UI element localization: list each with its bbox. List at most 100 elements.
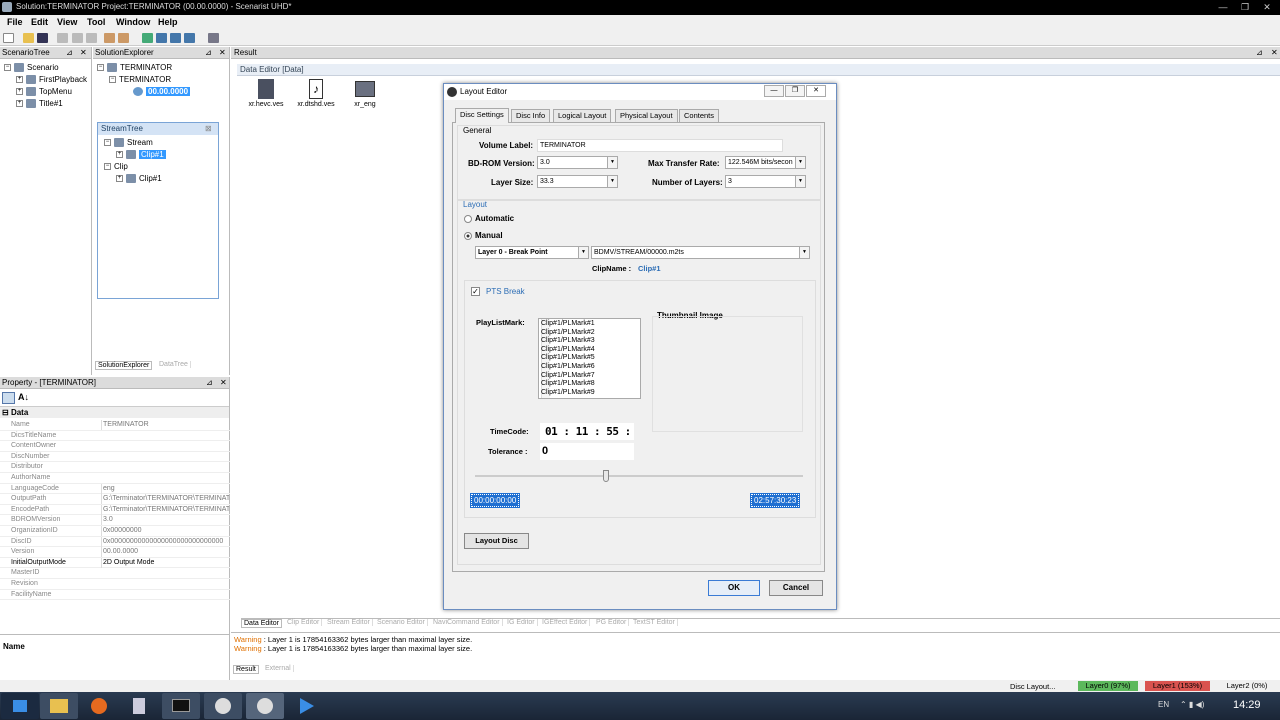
playlistmark-item[interactable]: Clip#1/PLMark#2 bbox=[541, 329, 595, 338]
editor-tab[interactable]: Scenario Editor bbox=[375, 619, 428, 626]
tolerance-field[interactable]: 0 bbox=[540, 443, 634, 460]
close-button[interactable]: ✕ bbox=[1256, 0, 1278, 15]
redo-icon[interactable] bbox=[118, 33, 129, 43]
property-row[interactable]: MasterID bbox=[0, 568, 230, 579]
stream-path-select[interactable]: BDMV/STREAM/00000.m2ts ▼ bbox=[591, 246, 810, 259]
property-value[interactable]: 00.00.0000 bbox=[101, 547, 229, 558]
editor-tab[interactable]: NaviCommand Editor bbox=[431, 619, 503, 626]
editor-tab[interactable]: Clip Editor bbox=[285, 619, 323, 626]
close-icon[interactable]: ⊠ bbox=[205, 123, 212, 135]
tab-disc-settings[interactable]: Disc Settings bbox=[455, 108, 509, 123]
property-value[interactable]: TERMINATOR bbox=[101, 420, 229, 430]
timecode-field[interactable]: 01 : 11 : 55 : 22 bbox=[540, 423, 634, 455]
tab-disc-info[interactable]: Disc Info bbox=[511, 109, 551, 122]
editor-tab[interactable]: Stream Editor bbox=[325, 619, 373, 626]
break-point-select[interactable]: Layer 0 - Break Point ▼ bbox=[475, 246, 589, 259]
dialog-close-button[interactable]: ✕ bbox=[806, 85, 826, 97]
expand-icon[interactable]: + bbox=[16, 88, 23, 96]
property-row[interactable]: InitialOutputMode 2D Output Mode bbox=[0, 557, 230, 569]
bdrom-version-select[interactable]: 3.0 ▼ bbox=[537, 156, 618, 169]
editor-tab[interactable]: IGEffect Editor bbox=[540, 619, 591, 626]
pin-icon[interactable]: ⊿ bbox=[1256, 48, 1263, 57]
close-icon[interactable]: ✕ bbox=[80, 47, 87, 59]
property-row[interactable]: OrganizationID 0x00000000 bbox=[0, 526, 230, 537]
pin-icon[interactable]: ⊿ bbox=[205, 47, 212, 59]
property-value[interactable]: G:\Terminator\TERMINATOR\TERMINAT bbox=[101, 494, 229, 505]
collapse-icon[interactable]: − bbox=[104, 139, 111, 147]
property-value[interactable]: 2D Output Mode bbox=[101, 557, 229, 568]
property-row[interactable]: DiscID 0x00000000000000000000000000000 bbox=[0, 536, 230, 548]
expand-icon[interactable]: + bbox=[16, 76, 23, 84]
timeline-slider-thumb[interactable] bbox=[603, 470, 610, 482]
tab-solution-explorer[interactable]: SolutionExplorer bbox=[95, 361, 153, 370]
tree-item-stream[interactable]: − Stream bbox=[104, 137, 153, 149]
property-row[interactable]: AuthorName bbox=[0, 473, 230, 484]
property-row[interactable]: OutputPath G:\Terminator\TERMINATOR\TERMI… bbox=[0, 494, 230, 505]
tree-item-firstplayback[interactable]: + FirstPlayback bbox=[16, 74, 87, 86]
expand-icon[interactable]: + bbox=[116, 175, 123, 183]
volume-label-field[interactable]: TERMINATOR bbox=[537, 139, 783, 152]
taskbar-app-explorer[interactable] bbox=[40, 693, 78, 719]
mux-icon[interactable] bbox=[184, 33, 195, 43]
dialog-maximize-button[interactable]: ❐ bbox=[785, 85, 805, 97]
playlistmark-item[interactable]: Clip#1/PLMark#8 bbox=[541, 380, 595, 389]
editor-tab[interactable]: IG Editor bbox=[505, 619, 538, 626]
collapse-icon[interactable]: − bbox=[109, 76, 116, 84]
chevron-down-icon[interactable]: ▼ bbox=[578, 247, 588, 258]
property-value[interactable]: G:\Terminator\TERMINATOR\TERMINAT bbox=[101, 504, 229, 515]
start-button[interactable] bbox=[1, 693, 39, 719]
chevron-down-icon[interactable]: ▼ bbox=[795, 176, 805, 187]
editor-tab[interactable]: PG Editor bbox=[594, 619, 630, 626]
copy-icon[interactable] bbox=[72, 33, 83, 43]
taskbar-app-firefox[interactable] bbox=[80, 693, 118, 719]
minimize-button[interactable]: — bbox=[1212, 0, 1234, 15]
collapse-icon[interactable]: − bbox=[97, 64, 104, 72]
ok-button[interactable]: OK bbox=[708, 580, 760, 596]
chevron-down-icon[interactable]: ▼ bbox=[799, 247, 809, 258]
pin-icon[interactable]: ⊿ bbox=[206, 377, 213, 389]
pin-icon[interactable]: ⊿ bbox=[66, 47, 73, 59]
tab-contents[interactable]: Contents bbox=[679, 109, 720, 122]
playlistmark-item[interactable]: Clip#1/PLMark#3 bbox=[541, 337, 595, 346]
build-icon[interactable] bbox=[142, 33, 153, 43]
property-value[interactable]: 0x00000000000000000000000000000 bbox=[101, 536, 229, 547]
tree-item-clip[interactable]: − Clip bbox=[104, 161, 128, 173]
paste-icon[interactable] bbox=[86, 33, 97, 43]
layer-size-select[interactable]: 33.3 ▼ bbox=[537, 175, 618, 188]
clock[interactable]: 14:29 bbox=[1233, 699, 1261, 711]
verify-icon[interactable] bbox=[170, 33, 181, 43]
property-row[interactable]: LanguageCode eng bbox=[0, 483, 230, 495]
cut-icon[interactable] bbox=[57, 33, 68, 43]
categorized-icon[interactable] bbox=[2, 392, 15, 404]
tab-logical-layout[interactable]: Logical Layout bbox=[553, 109, 612, 122]
cancel-button[interactable]: Cancel bbox=[769, 580, 823, 596]
playlistmark-item[interactable]: Clip#1/PLMark#9 bbox=[541, 389, 595, 398]
new-icon[interactable] bbox=[3, 33, 14, 43]
pts-break-checkbox[interactable]: ✓ bbox=[471, 287, 480, 296]
chevron-down-icon[interactable]: ▼ bbox=[607, 157, 617, 168]
max-transfer-rate-select[interactable]: 122.546M bits/secon ▼ bbox=[725, 156, 806, 169]
save-icon[interactable] bbox=[37, 33, 48, 43]
playlistmark-item[interactable]: Clip#1/PLMark#6 bbox=[541, 363, 595, 372]
chevron-down-icon[interactable]: ▼ bbox=[607, 176, 617, 187]
property-row[interactable]: EncodePath G:\Terminator\TERMINATOR\TERMI… bbox=[0, 504, 230, 516]
timeline-slider-track[interactable] bbox=[475, 475, 803, 477]
file-item[interactable]: xr_eng bbox=[348, 79, 382, 114]
taskbar-app-scenarist[interactable] bbox=[204, 693, 242, 719]
menu-help[interactable]: Help bbox=[158, 17, 178, 27]
property-row[interactable]: FacilityName bbox=[0, 590, 230, 601]
number-of-layers-select[interactable]: 3 ▼ bbox=[725, 175, 806, 188]
editor-tab[interactable]: TextST Editor bbox=[631, 619, 678, 626]
property-row[interactable]: Version 00.00.0000 bbox=[0, 547, 230, 558]
compile-icon[interactable] bbox=[156, 33, 167, 43]
editor-tab[interactable]: Data Editor bbox=[241, 619, 283, 628]
taskbar-app-scenarist-active[interactable] bbox=[246, 693, 284, 719]
tree-item-title1[interactable]: + Title#1 bbox=[16, 98, 63, 110]
manual-radio[interactable] bbox=[464, 232, 472, 240]
playlistmark-item[interactable]: Clip#1/PLMark#1 bbox=[541, 320, 595, 329]
maximize-button[interactable]: ❐ bbox=[1234, 0, 1256, 15]
taskbar-app-player[interactable] bbox=[288, 693, 326, 719]
dialog-minimize-button[interactable]: — bbox=[764, 85, 784, 97]
property-row[interactable]: BDROMVersion 3.0 bbox=[0, 515, 230, 526]
tree-item-version[interactable]: 00.00.0000 bbox=[133, 86, 191, 98]
